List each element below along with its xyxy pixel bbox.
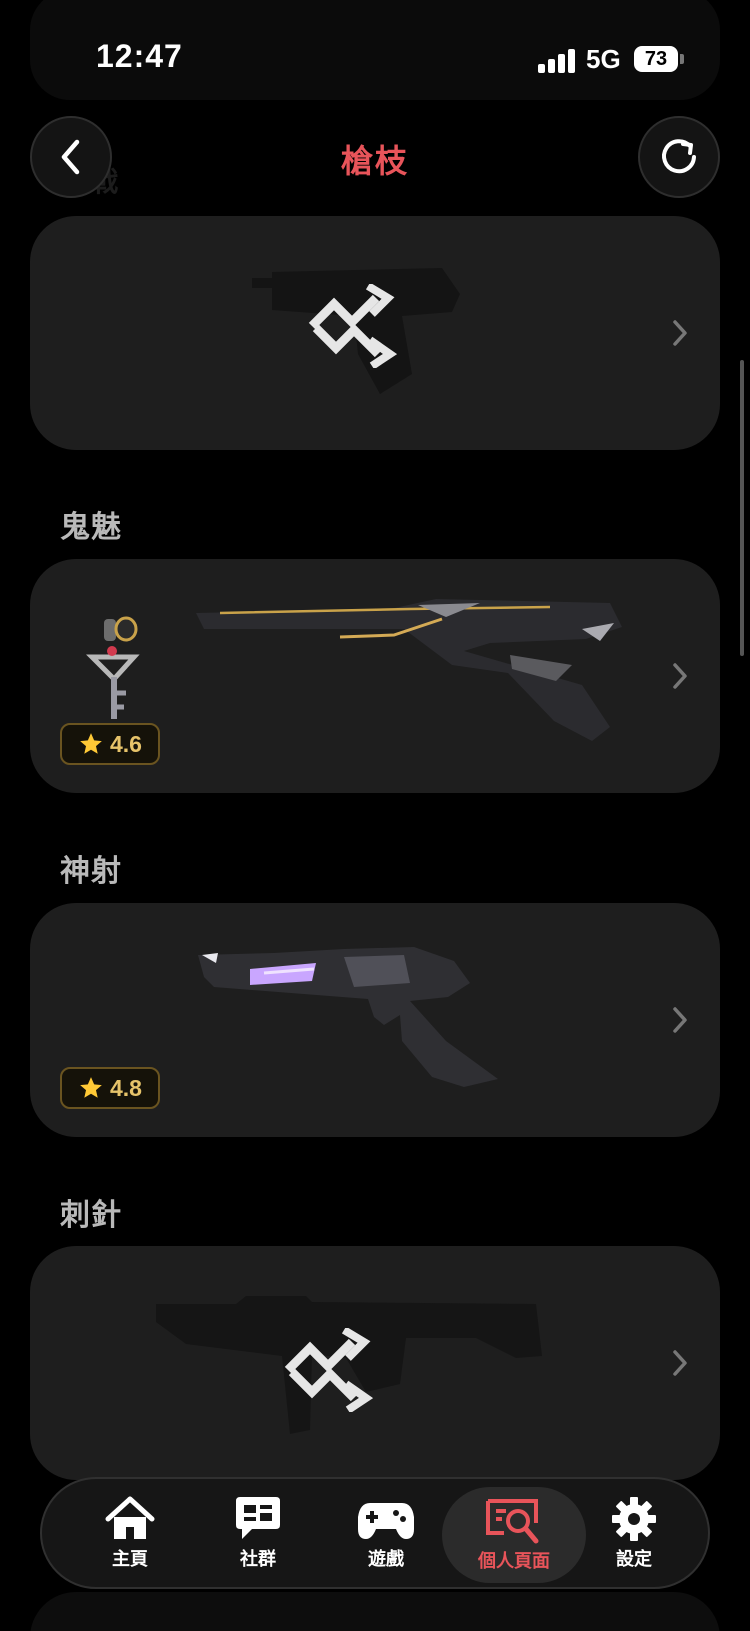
rating-badge: 4.8 bbox=[60, 1067, 160, 1109]
tab-community[interactable]: 社群 bbox=[196, 1479, 320, 1587]
tab-games[interactable]: 遊戲 bbox=[324, 1479, 448, 1587]
section-label-ghost: 鬼魅 bbox=[60, 511, 122, 544]
status-time: 12:47 bbox=[96, 38, 183, 74]
refresh-button[interactable] bbox=[638, 116, 720, 198]
network-label: 5G bbox=[586, 44, 621, 74]
weapon-card-ghost[interactable]: 4.6 bbox=[30, 559, 720, 793]
home-icon bbox=[105, 1496, 155, 1539]
weapon-card-sheriff[interactable]: 4.8 bbox=[30, 903, 720, 1137]
rating-value: 4.6 bbox=[110, 730, 142, 757]
tab-home[interactable]: 主頁 bbox=[68, 1479, 192, 1587]
section-label-sheriff: 神射 bbox=[60, 855, 122, 888]
section-label-stinger: 刺針 bbox=[60, 1199, 122, 1232]
tab-label: 個人頁面 bbox=[478, 1551, 550, 1571]
gun-buddy-keychain-icon bbox=[86, 616, 140, 719]
ghost-pistol-image bbox=[196, 599, 622, 741]
star-icon bbox=[80, 1077, 102, 1098]
chevron-right-icon bbox=[673, 320, 687, 346]
rating-value: 4.8 bbox=[110, 1074, 142, 1101]
signal-icon bbox=[538, 49, 576, 73]
chevron-right-icon bbox=[673, 663, 687, 689]
shuffle-icon bbox=[284, 1328, 374, 1412]
rating-badge: 4.6 bbox=[60, 723, 160, 765]
tab-profile[interactable]: 個人頁面 bbox=[442, 1487, 586, 1583]
profile-search-icon bbox=[486, 1499, 539, 1544]
scrollbar[interactable] bbox=[740, 360, 744, 656]
shuffle-icon bbox=[308, 284, 398, 368]
chevron-right-icon bbox=[673, 1007, 687, 1033]
weapon-card-stinger-random[interactable] bbox=[30, 1246, 720, 1480]
next-card-ghost bbox=[30, 1592, 720, 1631]
tab-bar: 主頁 社群 遊戲 個人頁面 設定 bbox=[40, 1477, 710, 1589]
gear-icon bbox=[612, 1497, 656, 1541]
tab-label: 社群 bbox=[240, 1549, 276, 1569]
refresh-icon bbox=[662, 139, 696, 174]
chevron-right-icon bbox=[673, 1350, 687, 1376]
sheriff-revolver-image bbox=[198, 947, 498, 1087]
gamepad-icon bbox=[358, 1503, 414, 1539]
battery-tip bbox=[680, 54, 684, 64]
star-icon bbox=[80, 733, 102, 754]
battery-icon: 73 bbox=[634, 46, 678, 72]
tab-label: 設定 bbox=[616, 1549, 652, 1569]
tab-label: 遊戲 bbox=[368, 1549, 404, 1569]
weapon-card-random[interactable] bbox=[30, 216, 720, 450]
tab-settings[interactable]: 設定 bbox=[572, 1479, 696, 1587]
chat-icon bbox=[236, 1497, 280, 1539]
tab-label: 主頁 bbox=[112, 1549, 148, 1569]
status-bar: 12:47 5G 73 bbox=[0, 0, 750, 110]
